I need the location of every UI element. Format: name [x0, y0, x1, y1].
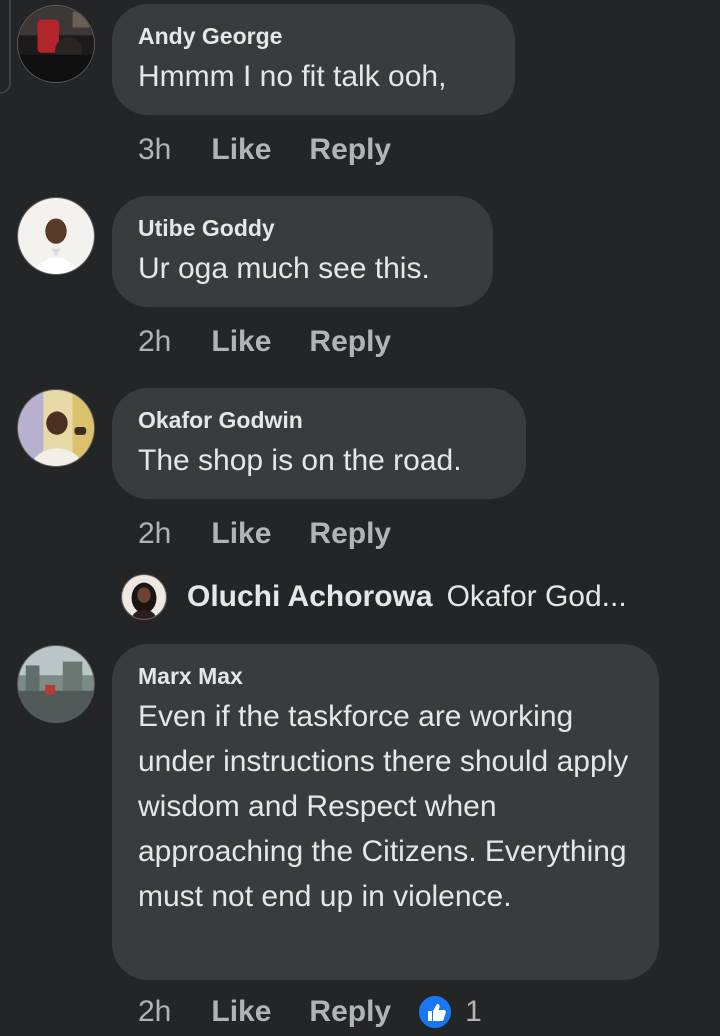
- thumbs-up-icon[interactable]: [417, 994, 454, 1030]
- avatar: [121, 574, 167, 620]
- thread-connector-line: [0, 0, 11, 94]
- comment-author[interactable]: Marx Max: [138, 662, 631, 690]
- comment-timestamp[interactable]: 3h: [138, 133, 171, 167]
- comment-timestamp[interactable]: 2h: [138, 517, 171, 551]
- like-button[interactable]: Like: [211, 517, 271, 551]
- comment-text: Ur oga much see this.: [138, 252, 430, 285]
- reply-button[interactable]: Reply: [309, 133, 391, 167]
- comment-timestamp[interactable]: 2h: [138, 995, 171, 1029]
- comment-actions: 2h Like Reply 1: [138, 992, 482, 1032]
- reply-button[interactable]: Reply: [309, 325, 391, 359]
- avatar[interactable]: [17, 5, 95, 83]
- reply-button[interactable]: Reply: [309, 995, 391, 1029]
- comment-actions: 2h Like Reply: [138, 514, 391, 554]
- comment-author[interactable]: Utibe Goddy: [138, 214, 465, 242]
- comment-actions: 2h Like Reply: [138, 322, 391, 362]
- comment-timestamp[interactable]: 2h: [138, 325, 171, 359]
- comment-bubble: Marx Max Even if the taskforce are worki…: [112, 644, 659, 980]
- comment-text: Hmmm I no fit talk ooh,: [138, 60, 447, 93]
- comment-text: Even if the taskforce are working under …: [138, 700, 629, 913]
- like-button[interactable]: Like: [211, 133, 271, 167]
- like-button[interactable]: Like: [211, 325, 271, 359]
- reply-button[interactable]: Reply: [309, 517, 391, 551]
- avatar[interactable]: [17, 645, 95, 723]
- like-button[interactable]: Like: [211, 995, 271, 1029]
- avatar[interactable]: [17, 389, 95, 467]
- comment-actions: 3h Like Reply: [138, 130, 391, 170]
- comment-bubble: Okafor Godwin The shop is on the road.: [112, 388, 526, 499]
- comment-author[interactable]: Okafor Godwin: [138, 406, 498, 434]
- reaction-count[interactable]: 1: [465, 995, 482, 1029]
- comment-author[interactable]: Andy George: [138, 22, 487, 50]
- comment-bubble: Andy George Hmmm I no fit talk ooh,: [112, 4, 515, 115]
- reply-snippet: Okafor God...: [446, 580, 627, 613]
- avatar[interactable]: [17, 197, 95, 275]
- comment-text: The shop is on the road.: [138, 444, 462, 477]
- reply-author[interactable]: Oluchi Achorowa: [187, 580, 433, 614]
- reply-preview[interactable]: Oluchi Achorowa Okafor God...: [121, 573, 627, 621]
- comment-bubble: Utibe Goddy Ur oga much see this.: [112, 196, 493, 307]
